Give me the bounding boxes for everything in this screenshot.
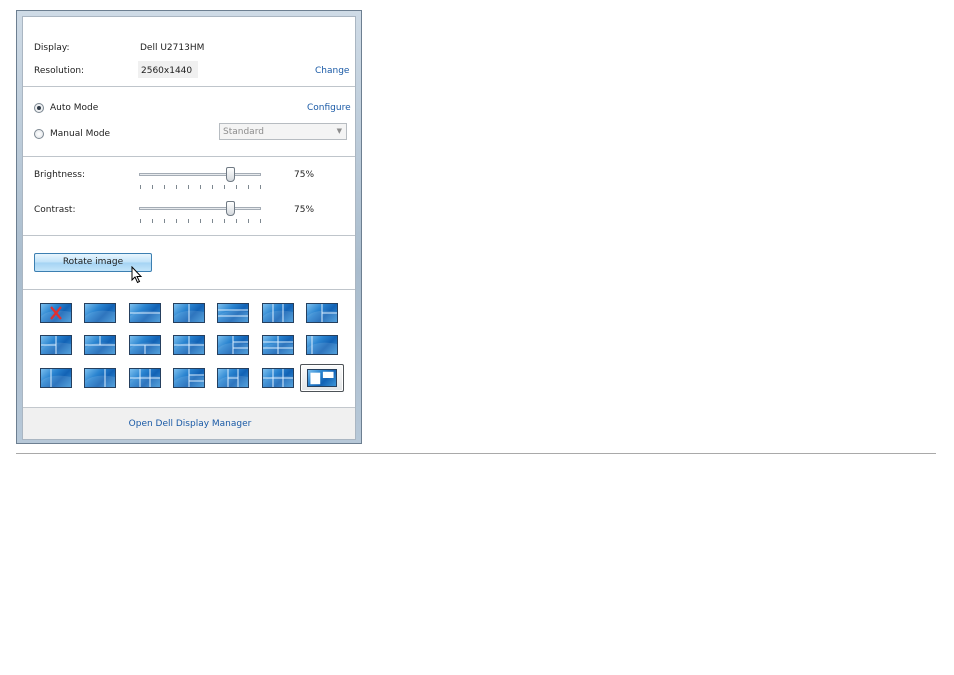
slider-tick	[140, 219, 141, 223]
slider-tick	[260, 219, 261, 223]
open-dell-display-manager-link[interactable]: Open Dell Display Manager	[23, 419, 355, 430]
easy-arrange-layout[interactable]	[84, 303, 116, 323]
dell-display-manager-window: Display: Dell U2713HM Resolution: 2560x1…	[16, 10, 362, 444]
preset-mode-select[interactable]: Standard ▼	[219, 123, 347, 140]
chevron-down-icon: ▼	[336, 127, 342, 135]
quick-settings-panel: Display: Dell U2713HM Resolution: 2560x1…	[22, 16, 356, 440]
manual-mode-label[interactable]: Manual Mode	[50, 129, 110, 140]
mouse-pointer-icon	[131, 266, 143, 284]
divider	[23, 235, 355, 236]
slider-tick	[200, 219, 201, 223]
manual-mode-radio[interactable]	[34, 129, 44, 139]
configure-link[interactable]: Configure	[307, 103, 351, 114]
slider-tick	[248, 185, 249, 189]
slider-tick	[212, 185, 213, 189]
easy-arrange-layout[interactable]	[40, 335, 72, 355]
easy-arrange-layout[interactable]	[129, 368, 161, 388]
easy-arrange-layout[interactable]	[306, 335, 338, 355]
easy-arrange-layout[interactable]	[173, 368, 205, 388]
brightness-slider-ticks	[140, 185, 261, 189]
slider-tick	[176, 219, 177, 223]
slider-tick	[176, 185, 177, 189]
brightness-label: Brightness:	[34, 170, 85, 180]
easy-arrange-layout[interactable]	[217, 368, 249, 388]
easy-arrange-layout[interactable]	[84, 335, 116, 355]
slider-tick	[236, 185, 237, 189]
layout-preview-icon	[307, 369, 337, 387]
easy-arrange-layout[interactable]	[262, 335, 294, 355]
easy-arrange-layout[interactable]	[173, 335, 205, 355]
easy-arrange-layout[interactable]	[129, 303, 161, 323]
slider-tick	[188, 219, 189, 223]
resolution-label: Resolution:	[34, 66, 85, 76]
slider-tick	[152, 219, 153, 223]
contrast-slider-ticks	[140, 219, 261, 223]
easy-arrange-layout[interactable]	[217, 335, 249, 355]
easy-arrange-layout-selected[interactable]	[300, 364, 344, 392]
page-divider-line	[16, 453, 936, 454]
red-x-icon	[41, 306, 71, 322]
easy-arrange-layout[interactable]	[306, 303, 338, 323]
brightness-slider[interactable]	[139, 167, 263, 190]
easy-arrange-layout[interactable]	[173, 303, 205, 323]
change-resolution-link[interactable]: Change	[315, 66, 349, 77]
easy-arrange-layout[interactable]	[40, 368, 72, 388]
easy-arrange-layout[interactable]	[84, 368, 116, 388]
slider-tick	[224, 219, 225, 223]
brightness-slider-track	[139, 173, 261, 176]
contrast-label: Contrast:	[34, 205, 76, 215]
easy-arrange-layout[interactable]	[262, 303, 294, 323]
brightness-slider-thumb[interactable]	[226, 167, 235, 182]
divider	[23, 156, 355, 157]
resolution-value: 2560x1440	[141, 66, 193, 76]
slider-tick	[200, 185, 201, 189]
slider-tick	[188, 185, 189, 189]
footer-bar: Open Dell Display Manager	[23, 407, 355, 439]
brightness-value: 75%	[294, 170, 315, 180]
contrast-slider[interactable]	[139, 201, 263, 224]
divider	[23, 86, 355, 87]
auto-mode-radio[interactable]	[34, 103, 44, 113]
easy-arrange-layout[interactable]	[262, 368, 294, 388]
slider-tick	[248, 219, 249, 223]
slider-tick	[164, 185, 165, 189]
slider-tick	[212, 219, 213, 223]
easy-arrange-layout[interactable]	[129, 335, 161, 355]
slider-tick	[236, 219, 237, 223]
preset-mode-value: Standard	[223, 127, 264, 137]
contrast-slider-thumb[interactable]	[226, 201, 235, 216]
slider-tick	[260, 185, 261, 189]
slider-tick	[164, 219, 165, 223]
slider-tick	[152, 185, 153, 189]
auto-mode-label[interactable]: Auto Mode	[50, 103, 98, 114]
slider-tick	[140, 185, 141, 189]
display-model-value: Dell U2713HM	[140, 43, 205, 53]
easy-arrange-layout[interactable]	[217, 303, 249, 323]
display-label: Display:	[34, 43, 70, 53]
contrast-value: 75%	[294, 205, 315, 215]
contrast-slider-track	[139, 207, 261, 210]
divider	[23, 289, 355, 290]
easy-arrange-layout-off[interactable]	[40, 303, 72, 323]
slider-tick	[224, 185, 225, 189]
